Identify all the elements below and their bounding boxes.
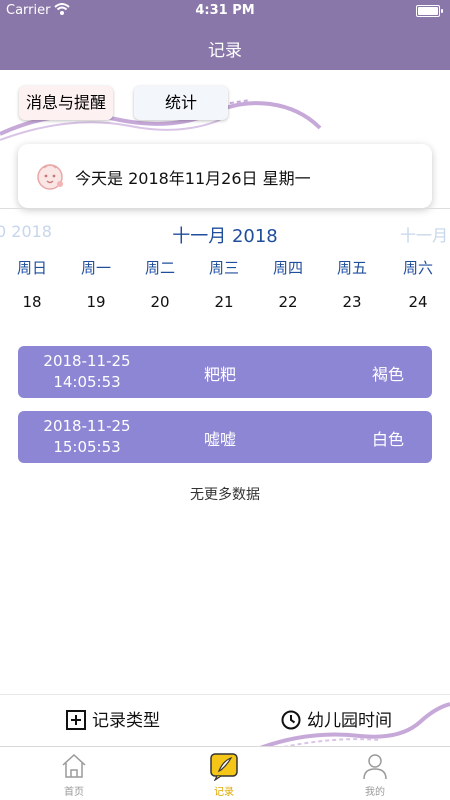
today-date-text: 今天是 2018年11月26日 星期一 xyxy=(75,169,311,188)
today-date-card: 今天是 2018年11月26日 星期一 xyxy=(18,144,432,208)
tab-record-label: 记录 xyxy=(214,787,234,798)
status-time: 4:31 PM xyxy=(195,3,255,18)
kindergarten-time-button[interactable]: 幼儿园时间 xyxy=(281,709,392,733)
calendar-day[interactable]: 22 xyxy=(256,293,320,311)
tab-home[interactable]: 首页 xyxy=(29,751,119,798)
plus-square-icon xyxy=(66,710,86,730)
tab-record[interactable]: 记录 xyxy=(179,751,269,798)
record-type: 嘘嘘 xyxy=(204,430,237,449)
kindergarten-time-label: 幼儿园时间 xyxy=(307,711,392,731)
weekday-mon: 周一 xyxy=(80,259,111,277)
weekday-sun: 周日 xyxy=(16,259,47,277)
record-date: 2018-11-25 xyxy=(43,417,131,435)
bottom-action-bar: 记录类型 幼儿园时间 xyxy=(0,694,450,747)
calendar-day[interactable]: 23 xyxy=(320,293,384,311)
calendar-day[interactable]: 19 xyxy=(64,293,128,311)
record-types-button[interactable]: 记录类型 xyxy=(66,709,160,733)
weekday-thu: 周四 xyxy=(272,259,303,277)
no-more-data-label: 无更多数据 xyxy=(190,487,260,503)
calendar-day[interactable]: 24 xyxy=(386,293,450,311)
divider xyxy=(0,208,450,209)
top-bar: Carrier 4:31 PM 记录 xyxy=(0,0,450,70)
tab-home-label: 首页 xyxy=(64,787,84,798)
home-icon xyxy=(62,753,86,778)
record-icon xyxy=(210,753,238,781)
record-timestamp: 2018-11-25 14:05:53 xyxy=(42,351,132,393)
profile-icon xyxy=(363,754,387,780)
record-timestamp: 2018-11-25 15:05:53 xyxy=(42,416,132,458)
tab-mine[interactable]: 我的 xyxy=(330,751,420,798)
calendar-day[interactable]: 21 xyxy=(192,293,256,311)
current-month-label: 十一月 2018 xyxy=(172,226,278,247)
record-date: 2018-11-25 xyxy=(43,352,131,370)
weekday-fri: 周五 xyxy=(336,259,367,277)
record-types-label: 记录类型 xyxy=(92,711,160,731)
record-color: 褐色 xyxy=(371,365,404,384)
tab-mine-label: 我的 xyxy=(365,787,385,798)
page-title: 记录 xyxy=(208,41,242,61)
status-bar: Carrier 4:31 PM xyxy=(0,0,450,22)
messages-reminders-button[interactable]: 消息与提醒 xyxy=(19,86,113,120)
clock-icon xyxy=(281,710,301,730)
tab-bar: 首页 记录 我的 xyxy=(0,746,450,800)
record-screen: Carrier 4:31 PM 记录 消息与提醒 统计 今天是 2018年11月… xyxy=(0,0,450,800)
record-time: 14:05:53 xyxy=(53,373,121,391)
baby-face-icon xyxy=(37,164,63,190)
record-type: 粑粑 xyxy=(204,365,237,384)
battery-icon xyxy=(416,5,443,17)
weekday-wed: 周三 xyxy=(208,259,239,277)
calendar-day[interactable]: 20 xyxy=(128,293,192,311)
weekday-sat: 周六 xyxy=(402,259,433,277)
calendar-day[interactable]: 18 xyxy=(0,293,64,311)
statistics-button[interactable]: 统计 xyxy=(134,86,228,120)
record-item[interactable]: 2018-11-25 14:05:53 粑粑 褐色 xyxy=(18,346,432,398)
record-color: 白色 xyxy=(371,430,404,449)
next-month-label[interactable]: 十一月 xyxy=(400,222,448,246)
record-time: 15:05:53 xyxy=(53,438,121,456)
weekday-tue: 周二 xyxy=(144,259,175,277)
record-item[interactable]: 2018-11-25 15:05:53 嘘嘘 白色 xyxy=(18,411,432,463)
